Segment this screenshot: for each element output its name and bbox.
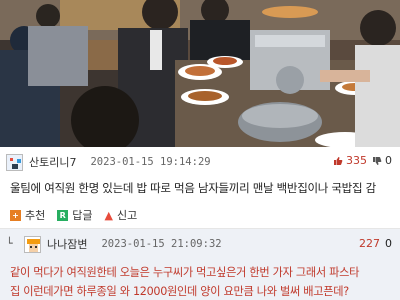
reply-button[interactable]: R 답글: [57, 207, 93, 223]
comment-actions: + 추천 R 답글 ▲ 신고: [10, 207, 149, 223]
dislike-count: 0: [385, 154, 392, 167]
siren-icon: ▲: [104, 208, 113, 222]
comment-item: 산토리니7 2023-01-15 19:14:29 335 0 울팀에 여직원 …: [0, 147, 400, 229]
recommend-label: 추천: [25, 209, 46, 222]
comment-body: 같이 먹다가 여직원한테 오늘은 누구씨가 먹고싶은거 한번 가자 그래서 파스…: [10, 263, 400, 300]
reply-comment-item: └ 나나잠변 2023-01-15 21:09:32 227 0 같이 먹다가 …: [0, 229, 400, 300]
comment-nickname[interactable]: 산토리니7: [29, 154, 76, 170]
user-avatar[interactable]: [24, 235, 41, 253]
like-count: 227: [359, 237, 380, 250]
comment-body-line: 집 이런데가면 하루종일 와 12000원인데 양이 요만큼 나와 벌써 배고픈…: [10, 285, 349, 298]
comment-body: 울팀에 여직원 한명 있는데 밥 따로 먹음 남자들끼리 맨날 백반집이나 국밥…: [10, 181, 376, 195]
comment-votes: 227 0: [359, 237, 392, 250]
like-count: 335: [346, 154, 367, 167]
report-label: 신고: [116, 209, 138, 222]
comment-date: 2023-01-15 19:14:29: [90, 156, 211, 168]
user-avatar[interactable]: [6, 153, 23, 171]
dislike-count: 0: [385, 237, 392, 250]
comment-header: 산토리니7 2023-01-15 19:14:29: [6, 153, 211, 171]
thumbs-down-icon[interactable]: [372, 156, 382, 166]
comment-body-line: 같이 먹다가 여직원한테 오늘은 누구씨가 먹고싶은거 한번 가자 그래서 파스…: [10, 266, 360, 279]
comment-votes: 335 0: [333, 154, 392, 167]
reply-arrow-icon: └: [6, 237, 13, 250]
recommend-button[interactable]: + 추천: [10, 207, 45, 223]
reply-label: 답글: [72, 209, 93, 222]
report-button[interactable]: ▲ 신고: [105, 207, 138, 223]
thumbs-up-icon[interactable]: [333, 156, 343, 166]
cafeteria-photo: [0, 0, 400, 147]
reply-icon: R: [57, 209, 69, 221]
plus-icon: +: [10, 209, 21, 221]
comment-nickname[interactable]: 나나잠변: [47, 236, 87, 252]
comment-date: 2023-01-15 21:09:32: [101, 238, 222, 250]
comment-header: 나나잠변 2023-01-15 21:09:32: [24, 235, 222, 253]
